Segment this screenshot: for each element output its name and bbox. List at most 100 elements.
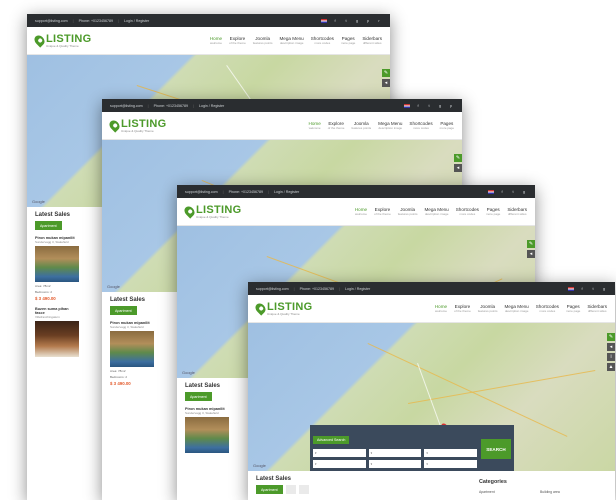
topbar: support@listing.com | Phone: +0123456789 |… xyxy=(27,14,390,27)
nav-mega-menu[interactable]: Mega Menu description image xyxy=(279,36,303,45)
nav-shortcodes[interactable]: Shortcodes more codes xyxy=(311,36,334,45)
nav-shortcodes[interactable]: Shortcodes more codes xyxy=(456,207,479,216)
nav-explore[interactable]: Explore of the theme xyxy=(454,304,471,313)
megaphone-icon[interactable]: ◂ xyxy=(607,343,615,351)
nav-shortcodes[interactable]: Shortcodes more codes xyxy=(536,304,559,313)
listing-card[interactable]: Piron mukan mipanilit Sundervagg 3, Stak… xyxy=(185,407,229,453)
nav-siderbars[interactable]: Siderbars different sides xyxy=(507,207,527,216)
map-tools: ✎ ◂ xyxy=(382,69,390,87)
nav-pages[interactable]: Pages more page xyxy=(486,207,500,216)
megaphone-icon[interactable]: ◂ xyxy=(382,79,390,87)
googleplus-icon[interactable]: g xyxy=(437,103,443,109)
nav-shortcodes[interactable]: Shortcodes more codes xyxy=(409,121,432,130)
google-logo: Google xyxy=(32,199,45,204)
search-field-5[interactable]: ▾ xyxy=(368,460,422,468)
login-link[interactable]: Login / Register xyxy=(274,190,299,194)
wrench-icon[interactable]: ✎ xyxy=(607,333,615,341)
email-link[interactable]: support@listing.com xyxy=(185,190,218,194)
facebook-icon[interactable]: f xyxy=(579,286,585,292)
logo[interactable]: LISTING Unique & Quality Theme xyxy=(107,118,167,133)
tab-2[interactable] xyxy=(285,485,296,494)
map[interactable]: Google ✎ ◂ i ▲ Advanced Search ▾ ▾ ▾ ▾ ▾… xyxy=(248,323,615,471)
nav-joomla[interactable]: Joomla features points xyxy=(253,36,273,45)
megaphone-icon[interactable]: ◂ xyxy=(454,164,462,172)
login-link[interactable]: Login / Register xyxy=(124,19,149,23)
search-field-2[interactable]: ▾ xyxy=(368,449,422,457)
tab-apartment[interactable]: Apartment xyxy=(256,485,283,494)
header: LISTING Unique & Quality Theme Home welco… xyxy=(27,27,390,55)
wrench-icon[interactable]: ✎ xyxy=(527,240,535,248)
facebook-icon[interactable]: f xyxy=(415,103,421,109)
phone-text: Phone: +0123456789 xyxy=(299,286,335,291)
nav-mega-menu[interactable]: Mega Menu description image xyxy=(378,121,402,130)
email-link[interactable]: support@listing.com xyxy=(256,287,289,291)
category-item[interactable]: Apartment xyxy=(479,490,495,494)
search-field-4[interactable]: ▾ xyxy=(313,460,366,468)
category-item[interactable]: Building area xyxy=(540,490,560,494)
login-link[interactable]: Login / Register xyxy=(345,287,370,291)
nav-pages[interactable]: Pages more page xyxy=(440,121,454,130)
email-link[interactable]: support@listing.com xyxy=(35,19,68,23)
login-link[interactable]: Login / Register xyxy=(199,104,224,108)
nav-joomla[interactable]: Joomla features points xyxy=(398,207,418,216)
header: LISTING Unique & Quality Theme Home welco… xyxy=(102,112,462,140)
tab-apartment[interactable]: Apartment xyxy=(35,221,62,230)
megaphone-icon[interactable]: ◂ xyxy=(527,250,535,258)
listing-photo[interactable] xyxy=(35,246,79,282)
email-link[interactable]: support@listing.com xyxy=(110,104,143,108)
nav-joomla[interactable]: Joomla features points xyxy=(478,304,498,313)
listing-photo[interactable] xyxy=(185,417,229,453)
search-field-6[interactable]: ▾ xyxy=(424,460,477,468)
listing-card[interactable]: Piron mukan mipanilit Sundervagg 3, Stak… xyxy=(110,321,154,386)
twitter-icon[interactable]: t xyxy=(510,189,516,195)
facebook-icon[interactable]: f xyxy=(332,18,338,24)
nav-joomla[interactable]: Joomla features points xyxy=(351,121,371,130)
flag-icon[interactable] xyxy=(488,189,494,194)
arrow-up-icon[interactable]: ▲ xyxy=(607,363,615,371)
logo[interactable]: LISTING Unique & Quality Theme xyxy=(253,301,313,316)
twitter-icon[interactable]: t xyxy=(426,103,432,109)
logo[interactable]: LISTING Unique & Quality Theme xyxy=(182,204,242,219)
flag-icon[interactable] xyxy=(404,103,410,108)
listing-card[interactable]: Piron mukan mipanilit Sundervagg 3, Stak… xyxy=(35,236,79,301)
wrench-icon[interactable]: ✎ xyxy=(382,69,390,77)
logo[interactable]: LISTING Unique & Quality Theme xyxy=(32,33,92,48)
topbar: support@listing.com | Phone: +0123456789 |… xyxy=(248,282,615,295)
advanced-search-toggle[interactable]: Advanced Search xyxy=(313,436,350,444)
flag-icon[interactable] xyxy=(568,286,574,291)
nav-mega-menu[interactable]: Mega Menu description image xyxy=(504,304,528,313)
nav-mega-menu[interactable]: Mega Menu description image xyxy=(424,207,448,216)
nav-home[interactable]: Home welcome xyxy=(355,207,367,216)
nav-siderbars[interactable]: Siderbars different sides xyxy=(587,304,607,313)
nav-explore[interactable]: Explore of the theme xyxy=(374,207,391,216)
listing-photo[interactable] xyxy=(35,321,79,357)
nav-explore[interactable]: Explore of the theme xyxy=(229,36,246,45)
tab-3[interactable] xyxy=(298,485,309,494)
nav-home[interactable]: Home welcome xyxy=(210,36,222,45)
nav-home[interactable]: Home welcome xyxy=(309,121,321,130)
info-icon[interactable]: i xyxy=(607,353,615,361)
googleplus-icon[interactable]: g xyxy=(601,286,607,292)
facebook-icon[interactable]: f xyxy=(499,189,505,195)
twitter-icon[interactable]: t xyxy=(343,18,349,24)
tab-apartment[interactable]: Apartment xyxy=(110,306,137,315)
wrench-icon[interactable]: ✎ xyxy=(454,154,462,162)
search-button[interactable]: SEARCH xyxy=(481,439,511,459)
listing-photo[interactable] xyxy=(110,331,154,367)
pinterest-icon[interactable]: p xyxy=(365,18,371,24)
rss-icon[interactable]: r xyxy=(376,18,382,24)
nav-siderbars[interactable]: Siderbars different sides xyxy=(362,36,382,45)
search-field-1[interactable]: ▾ xyxy=(313,449,366,457)
googleplus-icon[interactable]: g xyxy=(521,189,527,195)
googleplus-icon[interactable]: g xyxy=(354,18,360,24)
tab-apartment[interactable]: Apartment xyxy=(185,392,212,401)
nav-pages[interactable]: Pages more page xyxy=(566,304,580,313)
search-field-3[interactable]: ▾ xyxy=(424,449,477,457)
nav-pages[interactable]: Pages more page xyxy=(341,36,355,45)
pinterest-icon[interactable]: p xyxy=(448,103,454,109)
nav-home[interactable]: Home welcome xyxy=(435,304,447,313)
listing-card[interactable]: Buzen suma pihan fasce Villefranchingatu… xyxy=(35,307,79,357)
nav-explore[interactable]: Explore of the theme xyxy=(328,121,345,130)
flag-icon[interactable] xyxy=(321,18,327,23)
twitter-icon[interactable]: t xyxy=(590,286,596,292)
